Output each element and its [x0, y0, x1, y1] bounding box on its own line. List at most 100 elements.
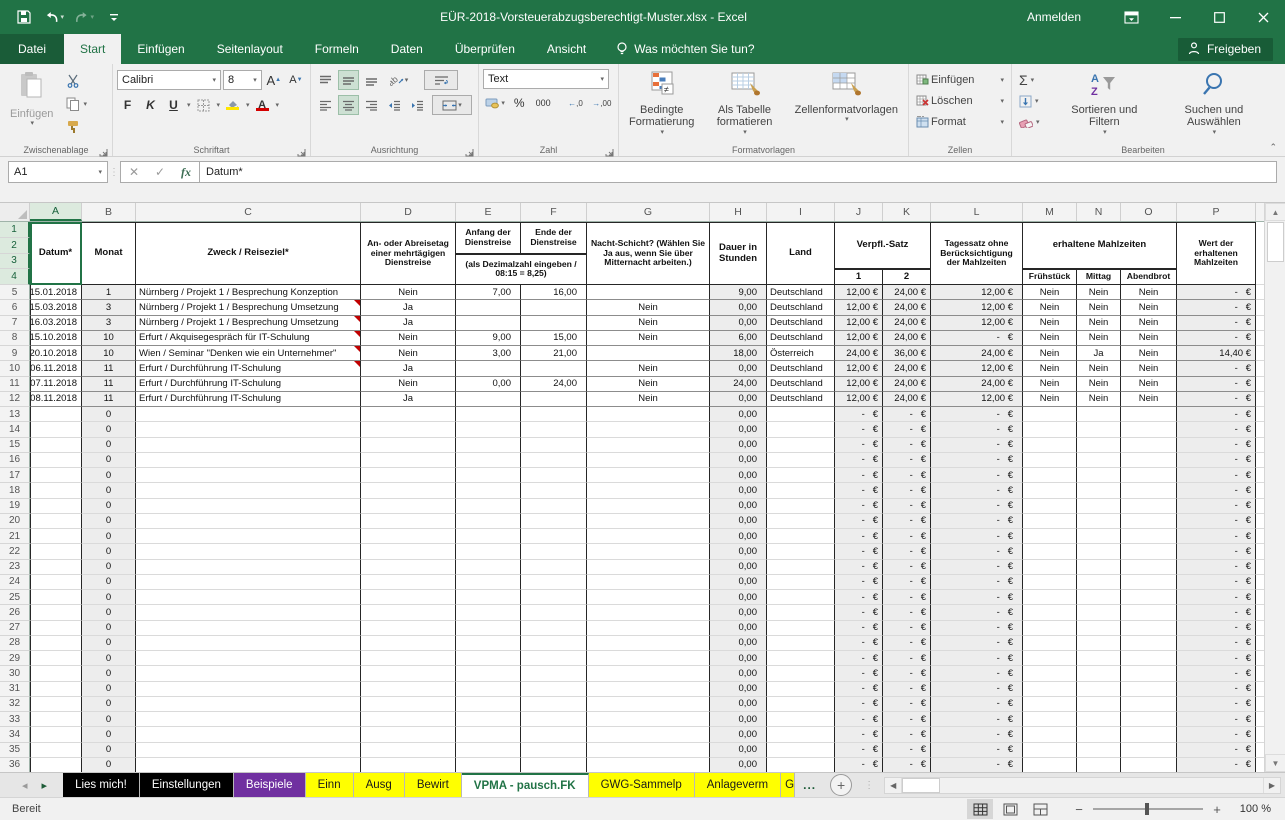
cell-P13[interactable]: - € [1177, 407, 1256, 422]
fill-button[interactable]: ▾ [1016, 91, 1051, 111]
cell-G36[interactable] [587, 758, 710, 772]
column-header-B[interactable]: B [82, 203, 136, 221]
cell-C10[interactable]: Erfurt / Durchführung IT-Schulung [136, 361, 361, 376]
cell-N6[interactable]: Nein [1077, 300, 1121, 315]
cell-O36[interactable] [1121, 758, 1177, 772]
cell-A22[interactable] [30, 544, 82, 559]
cell-C20[interactable] [136, 514, 361, 529]
cell-H22[interactable]: 0,00 [710, 544, 767, 559]
cell-G33[interactable] [587, 712, 710, 727]
paste-button[interactable]: Einfügen ▾ [4, 67, 59, 140]
cell-L35[interactable]: - € [931, 743, 1023, 758]
cell-A13[interactable] [30, 407, 82, 422]
minimize-button[interactable] [1153, 0, 1197, 34]
cell-P32[interactable]: - € [1177, 697, 1256, 712]
cell-P14[interactable]: - € [1177, 422, 1256, 437]
zoom-slider[interactable] [1093, 808, 1203, 810]
row-header-20[interactable]: 20 [0, 514, 30, 529]
cell-G28[interactable] [587, 636, 710, 651]
cell-A20[interactable] [30, 514, 82, 529]
cell-G23[interactable] [587, 560, 710, 575]
cell-F19[interactable] [521, 499, 587, 514]
cell-E20[interactable] [456, 514, 521, 529]
save-icon[interactable] [14, 7, 34, 27]
cell-I9[interactable]: Österreich [767, 346, 835, 361]
row-header-25[interactable]: 25 [0, 590, 30, 605]
cell-J22[interactable]: - € [835, 544, 883, 559]
cell-I24[interactable] [767, 575, 835, 590]
cell-M30[interactable] [1023, 666, 1077, 681]
fill-color-button[interactable] [222, 95, 243, 115]
cell-E34[interactable] [456, 727, 521, 742]
row-header-18[interactable]: 18 [0, 483, 30, 498]
cell-L7[interactable]: 12,00 € [931, 316, 1023, 331]
row-header-24[interactable]: 24 [0, 575, 30, 590]
cell-P25[interactable]: - € [1177, 590, 1256, 605]
cell-K13[interactable]: - € [883, 407, 931, 422]
cell-N30[interactable] [1077, 666, 1121, 681]
undo-icon[interactable]: ▾ [44, 7, 64, 27]
cell-C32[interactable] [136, 697, 361, 712]
cells-delete-button[interactable]: Löschen ▾ [913, 91, 1007, 111]
cell-P16[interactable]: - € [1177, 453, 1256, 468]
cell-M19[interactable] [1023, 499, 1077, 514]
cell-C16[interactable] [136, 453, 361, 468]
row-header-29[interactable]: 29 [0, 651, 30, 666]
cell-C11[interactable]: Erfurt / Durchführung IT-Schulung [136, 377, 361, 392]
cell-J5[interactable]: 12,00 € [835, 285, 883, 300]
cell-O21[interactable] [1121, 529, 1177, 544]
cell-I31[interactable] [767, 682, 835, 697]
cell-C27[interactable] [136, 621, 361, 636]
cell-A23[interactable] [30, 560, 82, 575]
cell-L17[interactable]: - € [931, 468, 1023, 483]
header-cell-anfang[interactable]: Anfang der Dienstreise [456, 222, 521, 254]
scroll-down-icon[interactable]: ▼ [1265, 754, 1285, 772]
font-color-button[interactable]: A [252, 95, 273, 115]
cell-D26[interactable] [361, 605, 456, 620]
cell-N13[interactable] [1077, 407, 1121, 422]
cell-I19[interactable] [767, 499, 835, 514]
cell-B15[interactable]: 0 [82, 438, 136, 453]
cell-L28[interactable]: - € [931, 636, 1023, 651]
cell-E10[interactable] [456, 361, 521, 376]
cell-B24[interactable]: 0 [82, 575, 136, 590]
cell-D33[interactable] [361, 712, 456, 727]
cell-O32[interactable] [1121, 697, 1177, 712]
header-cell-fruehstueck[interactable]: Frühstück [1023, 269, 1077, 285]
clipboard-dialog-launcher-icon[interactable] [99, 144, 109, 154]
cell-P20[interactable]: - € [1177, 514, 1256, 529]
cell-N26[interactable] [1077, 605, 1121, 620]
cell-D36[interactable] [361, 758, 456, 772]
cell-C9[interactable]: Wien / Seminar "Denken wie ein Unternehm… [136, 346, 361, 361]
cell-K31[interactable]: - € [883, 682, 931, 697]
cell-F20[interactable] [521, 514, 587, 529]
cell-E16[interactable] [456, 453, 521, 468]
row-header-35[interactable]: 35 [0, 743, 30, 758]
row-header-14[interactable]: 14 [0, 422, 30, 437]
zoom-in-icon[interactable]: + [1211, 802, 1223, 817]
cell-H11[interactable]: 24,00 [710, 377, 767, 392]
cell-O17[interactable] [1121, 468, 1177, 483]
cell-J23[interactable]: - € [835, 560, 883, 575]
cell-G31[interactable] [587, 682, 710, 697]
cell-A36[interactable] [30, 758, 82, 772]
column-header-F[interactable]: F [521, 203, 587, 221]
cell-M34[interactable] [1023, 727, 1077, 742]
tab-ansicht[interactable]: Ansicht [531, 34, 602, 64]
cell-P21[interactable]: - € [1177, 529, 1256, 544]
cell-I36[interactable] [767, 758, 835, 772]
cell-C28[interactable] [136, 636, 361, 651]
cell-D11[interactable]: Nein [361, 377, 456, 392]
cell-A31[interactable] [30, 682, 82, 697]
cell-L13[interactable]: - € [931, 407, 1023, 422]
cell-I34[interactable] [767, 727, 835, 742]
cell-I5[interactable]: Deutschland [767, 285, 835, 300]
cell-H34[interactable]: 0,00 [710, 727, 767, 742]
cell-C18[interactable] [136, 483, 361, 498]
tab-daten[interactable]: Daten [375, 34, 439, 64]
cell-E22[interactable] [456, 544, 521, 559]
cell-M13[interactable] [1023, 407, 1077, 422]
cell-A34[interactable] [30, 727, 82, 742]
cell-F22[interactable] [521, 544, 587, 559]
formula-input[interactable]: Datum* [199, 161, 1277, 183]
